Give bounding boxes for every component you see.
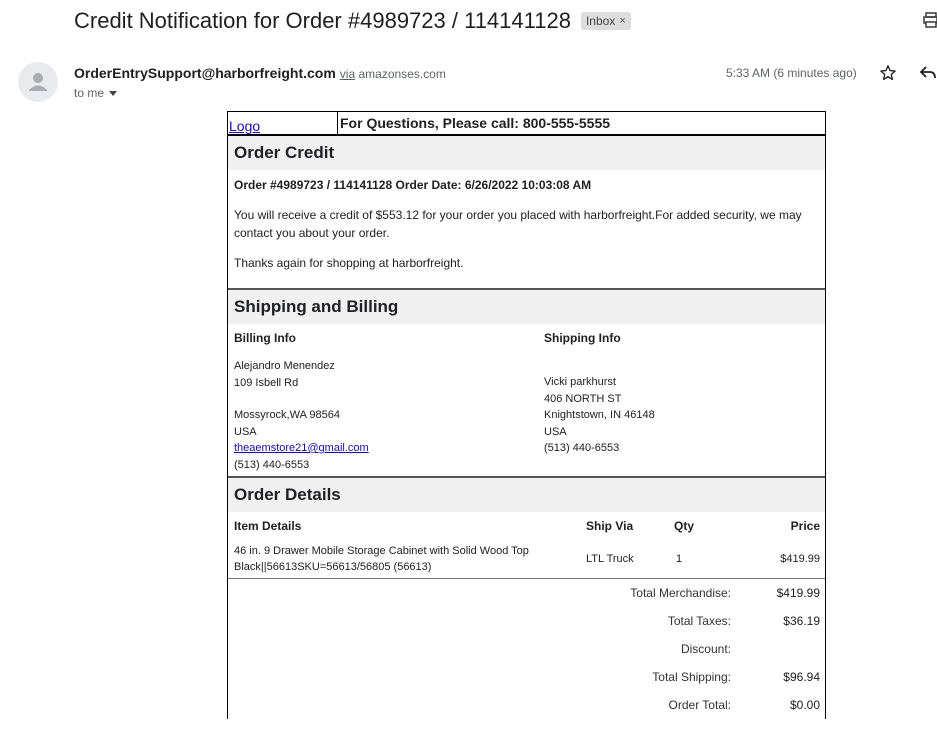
billing-city: Mossyrock,WA 98564 bbox=[234, 409, 340, 421]
item-price: $419.99 bbox=[780, 553, 820, 565]
inbox-label-text: Inbox bbox=[585, 14, 616, 28]
total-merchandise-row: Total Merchandise: $419.99 bbox=[228, 579, 825, 607]
total-value: $96.94 bbox=[783, 670, 820, 684]
total-value: $0.00 bbox=[789, 698, 820, 712]
total-label: Total Merchandise: bbox=[630, 586, 731, 600]
total-label: Discount: bbox=[680, 642, 731, 656]
total-shipping-row: Total Shipping: $96.94 bbox=[228, 663, 825, 691]
reply-icon[interactable] bbox=[919, 65, 937, 81]
logo-cell: Logo bbox=[228, 112, 338, 134]
billing-name: Alejandro Menendez bbox=[234, 360, 335, 372]
total-taxes-row: Total Taxes: $36.19 bbox=[228, 607, 825, 635]
recipient-label: to me bbox=[74, 86, 105, 100]
shipping-city: Knightstown, IN 46148 bbox=[544, 409, 655, 421]
total-label: Order Total: bbox=[668, 698, 731, 712]
shipping-billing-heading: Shipping and Billing bbox=[228, 290, 825, 324]
logo-link[interactable]: Logo bbox=[229, 118, 260, 134]
item-qty: 1 bbox=[676, 553, 683, 565]
total-label: Total Taxes: bbox=[667, 614, 731, 628]
billing-column: Billing Info Alejandro Menendez 109 Isbe… bbox=[234, 330, 544, 473]
credit-paragraph: You will receive a credit of $553.12 for… bbox=[234, 208, 802, 240]
order-details-section: Order Details Item Details Ship Via Qty … bbox=[228, 478, 825, 719]
order-details-table: Item Details Ship Via Qty Price 46 in. 9… bbox=[228, 512, 825, 719]
email-body: Logo For Questions, Please call: 800-555… bbox=[227, 111, 826, 719]
remove-label-icon[interactable]: × bbox=[619, 15, 625, 27]
total-value: $419.99 bbox=[776, 586, 820, 600]
chevron-down-icon bbox=[109, 91, 118, 96]
email-timestamp: 5:33 AM (6 minutes ago) bbox=[726, 66, 857, 80]
order-details-heading: Order Details bbox=[228, 478, 825, 512]
billing-email-link[interactable]: theaemstore21@gmail.com bbox=[234, 442, 369, 454]
shipping-country: USA bbox=[544, 425, 567, 438]
col-item-details: Item Details bbox=[234, 519, 302, 533]
shipping-name: Vicki parkhurst bbox=[544, 376, 616, 388]
shipping-phone: (513) 440-6553 bbox=[544, 442, 620, 454]
shipping-street: 406 NORTH ST bbox=[544, 392, 622, 405]
shipping-column: Shipping Info Vicki parkhurst 406 NORTH … bbox=[544, 330, 819, 473]
email-subject-row: Credit Notification for Order #4989723 /… bbox=[74, 6, 631, 36]
email-header-row: Logo For Questions, Please call: 800-555… bbox=[228, 112, 825, 136]
address-columns: Billing Info Alejandro Menendez 109 Isbe… bbox=[228, 330, 825, 473]
order-details-header-row: Item Details Ship Via Qty Price bbox=[228, 512, 825, 540]
inbox-label-chip[interactable]: Inbox × bbox=[580, 12, 631, 30]
shipping-title: Shipping Info bbox=[544, 331, 621, 345]
total-value: $36.19 bbox=[783, 614, 820, 628]
order-line: Order #4989723 / 114141128 Order Date: 6… bbox=[228, 176, 825, 194]
shipping-billing-section: Shipping and Billing Billing Info Alejan… bbox=[228, 290, 825, 478]
col-price: Price bbox=[790, 519, 820, 533]
order-credit-section: Order Credit Order #4989723 / 114141128 … bbox=[228, 136, 825, 290]
star-icon[interactable] bbox=[879, 64, 897, 82]
sender-avatar[interactable] bbox=[18, 62, 58, 102]
sender-line: OrderEntrySupport@harborfreight.com via … bbox=[74, 65, 446, 81]
total-label: Total Shipping: bbox=[652, 670, 731, 684]
via-info: via amazonses.com bbox=[340, 67, 446, 81]
billing-title: Billing Info bbox=[234, 331, 296, 345]
sender-email[interactable]: OrderEntrySupport@harborfreight.com bbox=[74, 65, 336, 81]
thanks-paragraph: Thanks again for shopping at harborfreig… bbox=[234, 256, 464, 270]
col-qty: Qty bbox=[674, 519, 695, 533]
billing-country: USA bbox=[234, 425, 257, 438]
via-link[interactable]: via bbox=[340, 67, 355, 81]
order-total-row: Order Total: $0.00 bbox=[228, 691, 825, 719]
col-ship-via: Ship Via bbox=[586, 519, 634, 533]
billing-street: 109 Isbell Rd bbox=[234, 376, 299, 389]
email-subject: Credit Notification for Order #4989723 /… bbox=[74, 8, 571, 33]
table-row: 46 in. 9 Drawer Mobile Storage Cabinet w… bbox=[228, 540, 825, 579]
print-icon[interactable] bbox=[923, 12, 937, 28]
discount-row: Discount: bbox=[228, 635, 825, 663]
person-icon bbox=[29, 73, 47, 91]
via-domain: amazonses.com bbox=[358, 67, 446, 81]
phone-line: For Questions, Please call: 800-555-5555 bbox=[340, 115, 611, 131]
order-line-date: Order Date: 6/26/2022 10:03:08 AM bbox=[392, 178, 592, 192]
totals-block: Total Merchandise: $419.99 Total Taxes: … bbox=[228, 579, 825, 719]
item-ship-via: LTL Truck bbox=[586, 553, 634, 565]
billing-phone: (513) 440-6553 bbox=[234, 458, 310, 471]
item-description-line1: 46 in. 9 Drawer Mobile Storage Cabinet w… bbox=[234, 545, 529, 557]
order-credit-heading: Order Credit bbox=[228, 136, 825, 170]
order-line-number: 114141128 bbox=[333, 178, 393, 192]
recipient-toggle[interactable]: to me bbox=[74, 86, 118, 100]
item-description: 46 in. 9 Drawer Mobile Storage Cabinet w… bbox=[234, 543, 586, 575]
item-description-line2: Black||56613SKU=56613/56805 (56613) bbox=[234, 561, 432, 573]
order-line-prefix: Order #4989723 / bbox=[234, 178, 334, 192]
